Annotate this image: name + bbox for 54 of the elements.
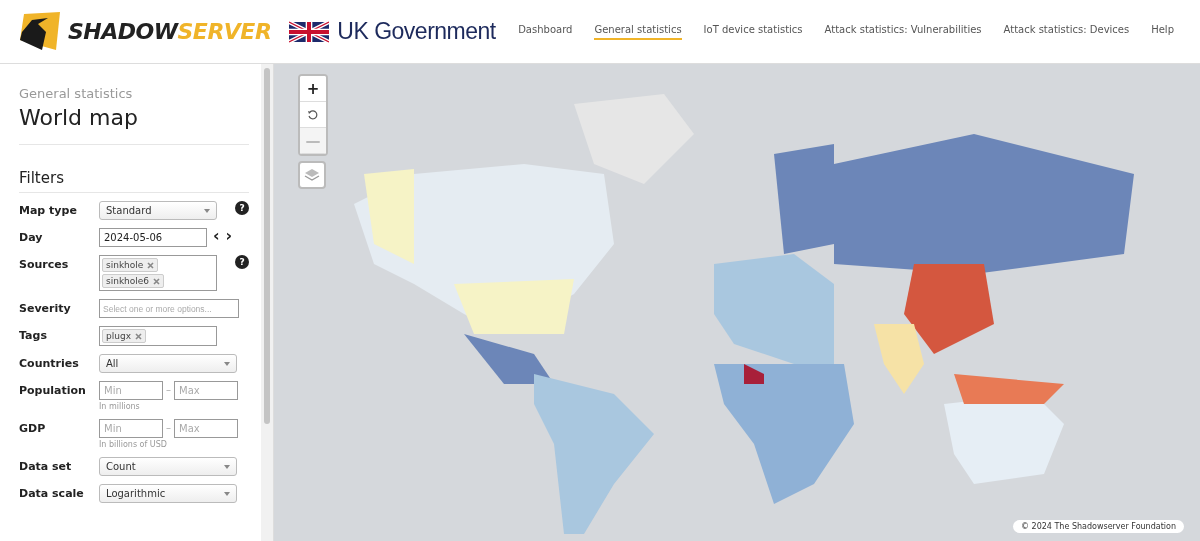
nav-link[interactable]: Help xyxy=(1151,23,1174,40)
severity-field[interactable]: Select one or more options... xyxy=(99,299,239,318)
filter-label: Severity xyxy=(19,301,72,315)
filter-label: Map type xyxy=(19,203,78,217)
min-field[interactable]: Min xyxy=(99,381,163,400)
attribution: © 2024 The Shadowserver Foundation xyxy=(1013,520,1184,533)
dropdown[interactable]: Count xyxy=(99,457,237,476)
previous-day-button[interactable]: ‹ xyxy=(213,228,220,244)
breadcrumb: General statistics xyxy=(19,86,134,101)
tag-field[interactable]: sinkhole sinkhole6 xyxy=(99,255,217,291)
filter-label: Data scale xyxy=(19,486,85,500)
filter-label: Population xyxy=(19,383,87,397)
page-title: World map xyxy=(19,105,249,145)
flag-icon xyxy=(289,19,330,44)
filter-label: Day xyxy=(19,230,44,244)
nav-link[interactable]: Attack statistics: Devices xyxy=(1003,23,1130,40)
max-field[interactable]: Max xyxy=(174,419,238,438)
rotate-icon xyxy=(307,108,319,121)
nav-link[interactable]: Dashboard xyxy=(518,23,573,40)
layers-button[interactable] xyxy=(298,161,326,189)
field-hint: In millions xyxy=(99,402,141,411)
range-dash: – xyxy=(166,421,171,433)
dropdown[interactable]: All xyxy=(99,354,237,373)
date-field[interactable]: 2024-05-06 xyxy=(99,228,207,247)
remove-icon[interactable] xyxy=(153,277,161,285)
tag-chip: plugx xyxy=(102,329,146,343)
min-field[interactable]: Min xyxy=(99,419,163,438)
tag-chip: sinkhole xyxy=(102,258,159,272)
dropdown[interactable]: Standard xyxy=(99,201,217,220)
nav-link[interactable]: Attack statistics: Vulnerabilities xyxy=(824,23,982,40)
nav-link[interactable]: General statistics xyxy=(594,23,682,40)
tag-chip: sinkhole6 xyxy=(102,274,165,288)
help-icon[interactable]: ? xyxy=(235,201,249,215)
partner-name: UK Government xyxy=(337,18,496,45)
filter-label: Data set xyxy=(19,459,73,473)
filter-label: GDP xyxy=(19,421,47,435)
brand-name: SHADOWSERVER xyxy=(68,19,272,44)
dropdown[interactable]: Logarithmic xyxy=(99,484,237,503)
filters-heading: Filters xyxy=(19,169,249,193)
next-day-button[interactable]: › xyxy=(225,228,233,244)
filter-label: Tags xyxy=(19,328,48,342)
range-dash: – xyxy=(166,383,171,395)
scrollbar[interactable] xyxy=(261,64,273,541)
field-hint: In billions of USD xyxy=(99,440,168,449)
filter-label: Sources xyxy=(19,257,70,271)
remove-icon[interactable] xyxy=(147,261,155,269)
max-field[interactable]: Max xyxy=(174,381,238,400)
filter-label: Countries xyxy=(19,356,80,370)
tag-field[interactable]: plugx xyxy=(99,326,217,346)
zoom-in-button[interactable]: + xyxy=(300,76,326,102)
remove-icon[interactable] xyxy=(134,332,142,340)
nav-link[interactable]: IoT device statistics xyxy=(703,23,803,40)
layers-icon xyxy=(304,167,320,183)
help-icon[interactable]: ? xyxy=(235,255,249,269)
